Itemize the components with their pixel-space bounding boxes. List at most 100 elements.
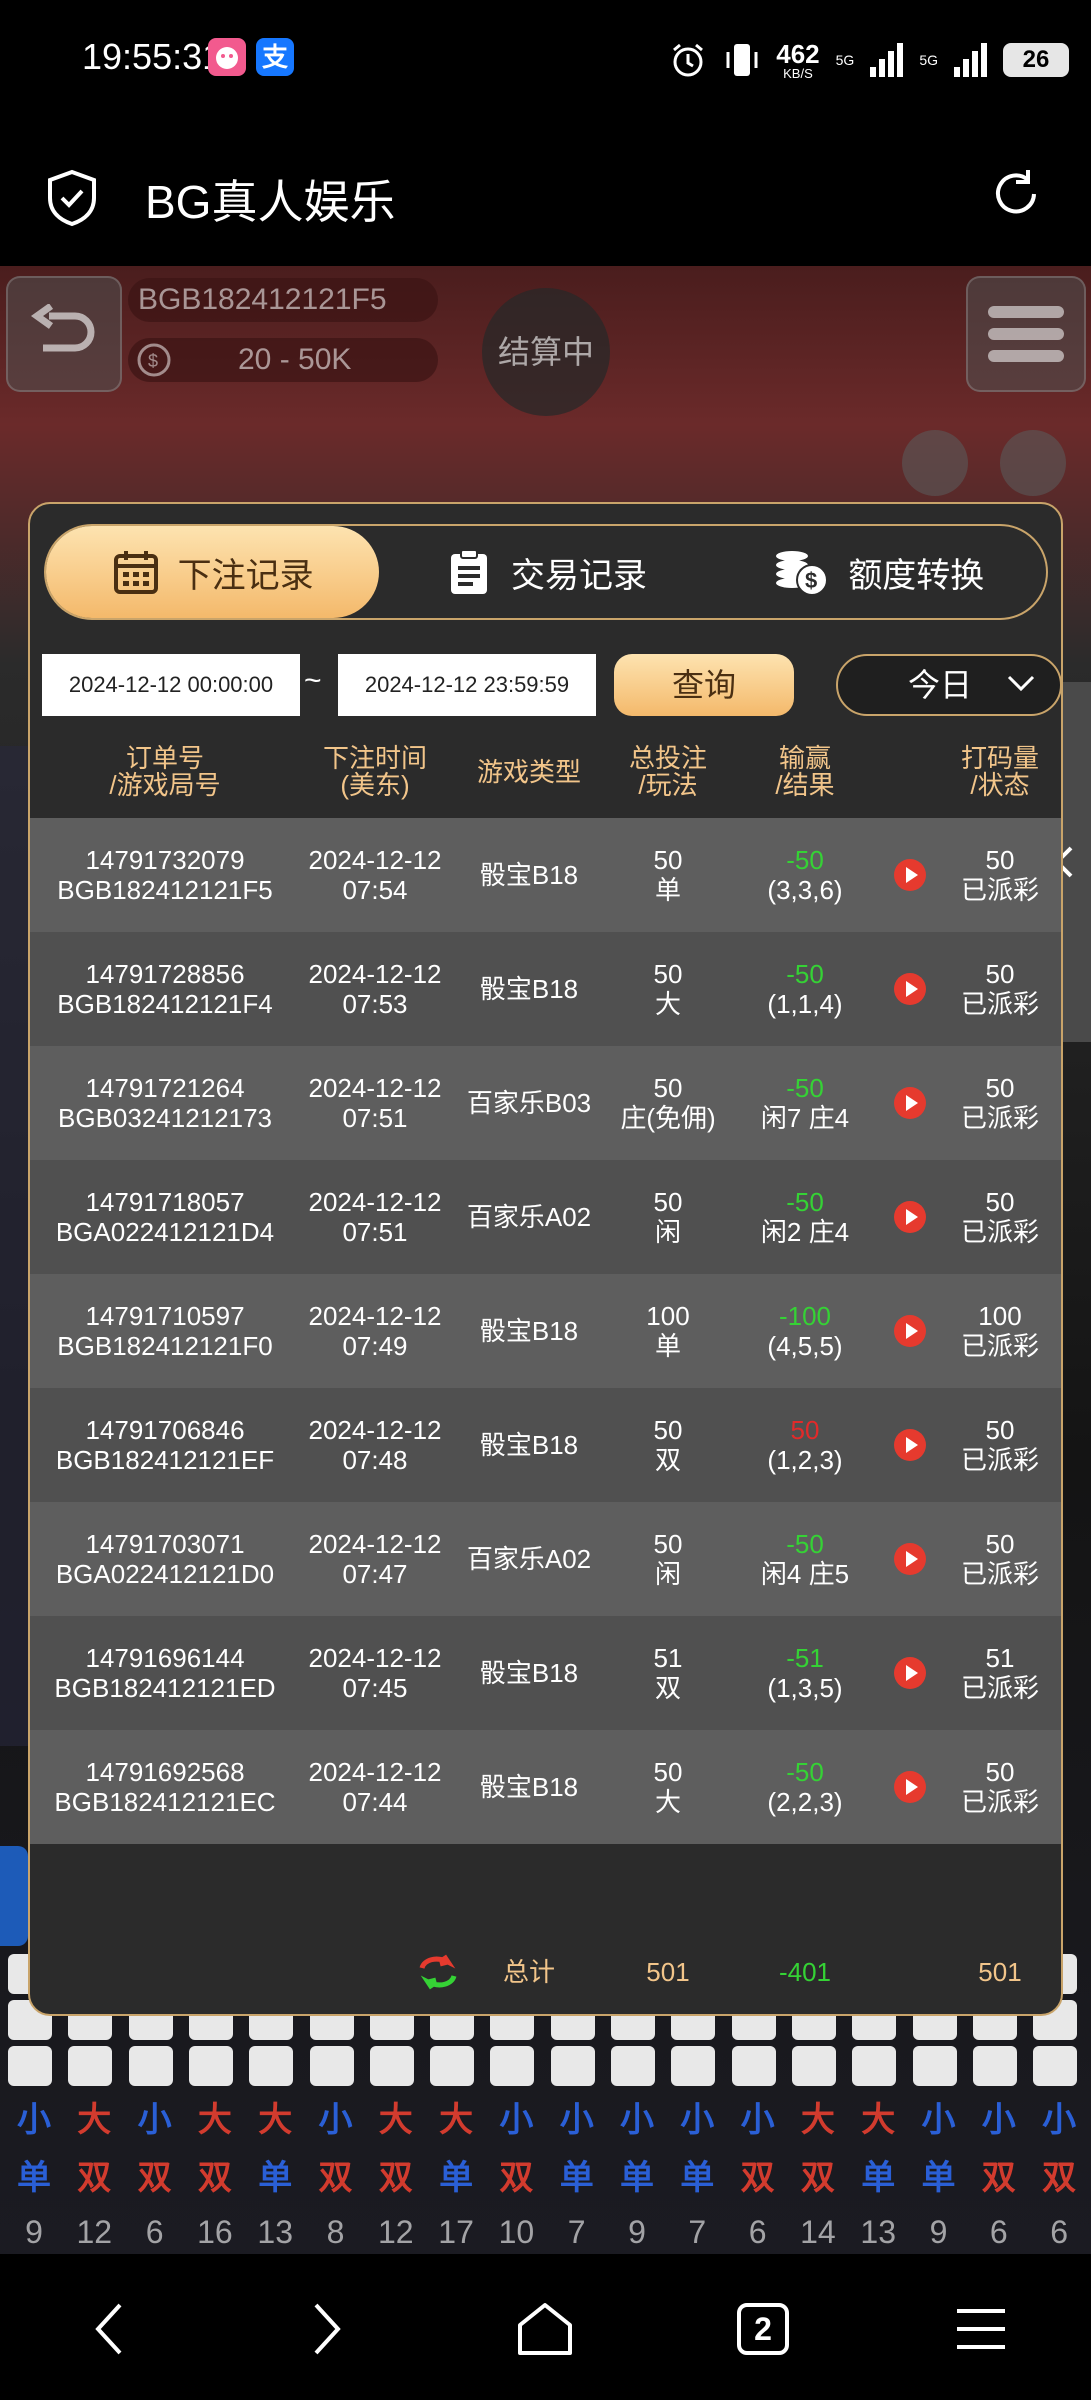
tab-credit-transfer[interactable]: $ 额度转换 — [713, 526, 1046, 618]
odd-even-mark: 单 — [861, 2159, 896, 2197]
bet-date: 2024-12-12 — [308, 1757, 442, 1787]
dice-icon — [912, 2046, 957, 2086]
dice-sum: 8 — [326, 2214, 345, 2250]
left-blue-button[interactable] — [0, 1846, 28, 1946]
bet-status: 已派彩 — [960, 989, 1039, 1019]
nav-back-button[interactable] — [74, 2294, 144, 2364]
bet-time: 07:49 — [342, 1331, 408, 1361]
records-modal: 下注记录 交易记录 $ 额度转换 2024-12-12 00:00:00 ~ 2… — [28, 502, 1063, 2016]
end-date-input[interactable]: 2024-12-12 23:59:59 — [338, 654, 596, 716]
valid-bet: 50 — [985, 845, 1015, 875]
start-date-input[interactable]: 2024-12-12 00:00:00 — [42, 654, 300, 716]
signal-icon-2 — [954, 43, 987, 77]
big-small-mark: 小 — [740, 2101, 775, 2139]
time-cell: 2024-12-12 07:47 — [300, 1502, 450, 1616]
table-row: 14791692568 BGB182412121EC 2024-12-12 07:44… — [30, 1730, 1061, 1844]
bet-amount: 50 — [653, 1187, 683, 1217]
dice-icon — [369, 2046, 414, 2086]
back-button[interactable] — [6, 276, 122, 392]
odd-even-mark: 双 — [1042, 2159, 1077, 2197]
table-row: 14791696144 BGB182412121ED 2024-12-12 07:45… — [30, 1616, 1061, 1730]
big-small-mark: 小 — [981, 2101, 1016, 2139]
notification-app-icon — [208, 38, 246, 76]
tab-bet-records[interactable]: 下注记录 — [46, 526, 380, 618]
play-icon[interactable] — [894, 1657, 926, 1689]
order-cell: 14791692568 BGB182412121EC — [30, 1730, 300, 1844]
order-number: 14791732079 — [85, 845, 245, 875]
code-cell: 51 已派彩 — [935, 1616, 1061, 1730]
time-cell: 2024-12-12 07:51 — [300, 1160, 450, 1274]
bet-amount: 100 — [646, 1301, 690, 1331]
table-row: 14791718057 BGA022412121D4 2024-12-12 07:51… — [30, 1160, 1061, 1274]
win-amount: -50 — [786, 1529, 824, 1559]
col-order: 订单号/游戏局号 — [109, 743, 221, 800]
bet-cell: 51 双 — [608, 1616, 728, 1730]
order-number: 14791706846 — [85, 1415, 245, 1445]
odd-even-mark: 单 — [921, 2159, 956, 2197]
odd-even-mark: 单 — [439, 2159, 474, 2197]
win-cell: -51 (1,3,5) — [730, 1616, 880, 1730]
query-button[interactable]: 查询 — [614, 654, 794, 716]
dice-sum: 12 — [378, 2214, 414, 2250]
play-icon[interactable] — [894, 859, 926, 891]
play-icon[interactable] — [894, 1315, 926, 1347]
order-cell: 14791696144 BGB182412121ED — [30, 1616, 300, 1730]
nav-tabs-button[interactable]: 2 — [728, 2294, 798, 2364]
replay-cell — [885, 1502, 935, 1616]
dice-sum: 9 — [929, 2214, 948, 2250]
table-id: BGB182412121F5 — [128, 278, 438, 322]
period-select[interactable]: 今日 — [836, 654, 1061, 716]
odd-even-mark: 单 — [680, 2159, 715, 2197]
valid-bet: 51 — [985, 1643, 1015, 1673]
col-time: 下注时间 (美东) — [322, 743, 427, 800]
menu-button[interactable] — [966, 276, 1086, 392]
bet-cell: 50 庄(免佣) — [608, 1046, 728, 1160]
bet-cell: 50 双 — [608, 1388, 728, 1502]
dice-sum: 6 — [989, 2214, 1008, 2250]
zoom-icon[interactable] — [902, 430, 968, 496]
big-small-mark: 大 — [800, 2101, 835, 2139]
nav-menu-button[interactable] — [946, 2294, 1016, 2364]
dice-icon — [68, 2046, 113, 2086]
shield-icon — [44, 168, 100, 233]
bet-cell: 50 闲 — [608, 1160, 728, 1274]
win-cell: -50 (2,2,3) — [730, 1730, 880, 1844]
settling-status: 结算中 — [482, 288, 610, 416]
order-cell: 14791718057 BGA022412121D4 — [30, 1160, 300, 1274]
odd-even-mark: 双 — [77, 2159, 112, 2197]
refresh-button[interactable] — [988, 166, 1044, 227]
big-small-mark: 小 — [921, 2101, 956, 2139]
replay-cell — [885, 1616, 935, 1730]
game-result: (1,3,5) — [767, 1673, 843, 1703]
table-row: 14791706846 BGB182412121EF 2024-12-12 07:48… — [30, 1388, 1061, 1502]
play-icon[interactable] — [894, 1543, 926, 1575]
order-number: 14791728856 — [85, 959, 245, 989]
play-icon[interactable] — [894, 973, 926, 1005]
order-number: 14791703071 — [85, 1529, 245, 1559]
bet-status: 已派彩 — [960, 1331, 1039, 1361]
win-cell: -50 闲2 庄4 — [730, 1160, 880, 1274]
code-cell: 50 已派彩 — [935, 818, 1061, 932]
bet-date: 2024-12-12 — [308, 1643, 442, 1673]
net-type-2: 5G — [919, 52, 938, 68]
dice-icon — [128, 2046, 173, 2086]
nav-forward-button[interactable] — [292, 2294, 362, 2364]
game-result: (3,3,6) — [767, 875, 843, 905]
alarm-icon — [673, 43, 704, 77]
signal-icon — [870, 43, 904, 77]
play-icon[interactable] — [894, 1087, 926, 1119]
big-small-mark: 小 — [559, 2101, 594, 2139]
code-cell: 50 已派彩 — [935, 1388, 1061, 1502]
bet-cell: 100 单 — [608, 1274, 728, 1388]
nav-home-button[interactable] — [510, 2294, 580, 2364]
game-type: 骰宝B18 — [479, 860, 579, 890]
play-icon[interactable] — [894, 1429, 926, 1461]
tab-transaction-records[interactable]: 交易记录 — [379, 526, 712, 618]
pause-icon[interactable] — [1000, 430, 1066, 496]
bet-play: 双 — [654, 1445, 681, 1475]
code-cell: 50 已派彩 — [935, 1502, 1061, 1616]
swap-icon — [419, 1954, 457, 1990]
play-icon[interactable] — [894, 1201, 926, 1233]
play-icon[interactable] — [894, 1771, 926, 1803]
valid-bet: 50 — [985, 1187, 1015, 1217]
